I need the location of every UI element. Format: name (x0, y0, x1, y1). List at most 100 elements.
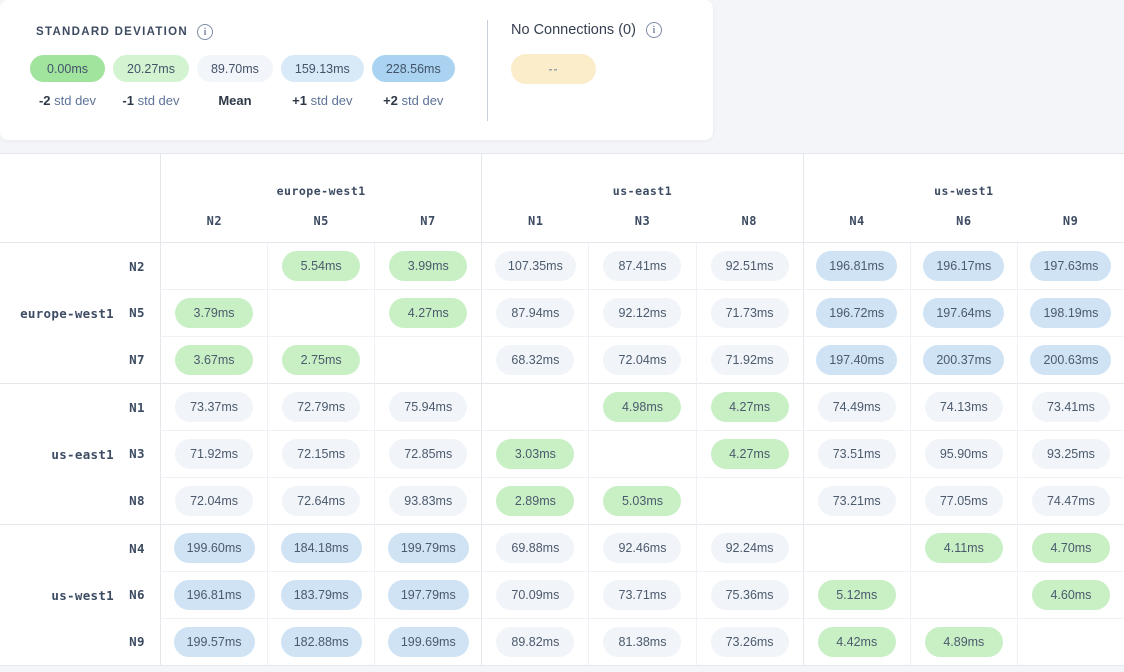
matrix-cell: 95.90ms (910, 430, 1017, 477)
column-node-name: N5 (268, 214, 375, 228)
latency-chip[interactable]: 87.94ms (496, 298, 574, 328)
latency-chip[interactable]: 2.75ms (282, 345, 360, 375)
legend-item-label: -2 std dev (39, 93, 96, 108)
latency-chip[interactable]: 197.79ms (388, 580, 469, 610)
latency-chip[interactable]: 93.25ms (1032, 439, 1110, 469)
latency-chip[interactable]: 71.92ms (711, 345, 789, 375)
latency-chip[interactable]: 183.79ms (281, 580, 362, 610)
latency-chip[interactable]: 5.54ms (282, 251, 360, 281)
latency-chip[interactable]: 196.17ms (923, 251, 1004, 281)
latency-chip[interactable]: 92.24ms (711, 533, 789, 563)
matrix-cell (910, 571, 1017, 618)
column-node-names: N2N5N7 (161, 214, 481, 228)
column-group-header: europe-west1 N2N5N7 (160, 154, 481, 242)
latency-chip[interactable]: 5.03ms (603, 486, 681, 516)
latency-chip[interactable]: 197.64ms (923, 298, 1004, 328)
latency-chip[interactable]: 72.04ms (603, 345, 681, 375)
latency-chip[interactable]: 196.81ms (174, 580, 255, 610)
latency-chip[interactable]: 4.70ms (1032, 533, 1110, 563)
latency-chip[interactable]: 4.89ms (925, 627, 1003, 657)
latency-chip[interactable]: 3.79ms (175, 298, 253, 328)
info-icon[interactable]: i (646, 22, 662, 38)
column-region-name: europe-west1 (277, 184, 366, 198)
latency-chip[interactable]: 73.51ms (818, 439, 896, 469)
matrix-cell: 5.03ms (588, 477, 695, 524)
latency-chip[interactable]: 72.79ms (282, 392, 360, 422)
matrix-cell: 73.71ms (588, 571, 695, 618)
matrix-cell: 75.36ms (696, 571, 803, 618)
latency-chip[interactable]: 198.19ms (1030, 298, 1111, 328)
matrix-cell: 196.81ms (160, 571, 267, 618)
latency-chip[interactable]: 4.27ms (389, 298, 467, 328)
info-icon[interactable]: i (197, 24, 213, 40)
matrix-cell: 200.37ms (910, 336, 1017, 383)
latency-chip[interactable]: 3.99ms (389, 251, 467, 281)
matrix-cell: 4.27ms (696, 383, 803, 430)
matrix-cell: 74.49ms (803, 383, 910, 430)
latency-chip[interactable]: 199.69ms (388, 627, 469, 657)
column-node-name: N7 (375, 214, 482, 228)
latency-chip[interactable]: 182.88ms (281, 627, 362, 657)
latency-chip[interactable]: 196.72ms (816, 298, 897, 328)
latency-chip[interactable]: 92.12ms (603, 298, 681, 328)
matrix-cell: 3.99ms (374, 242, 481, 289)
latency-chip[interactable]: 81.38ms (603, 627, 681, 657)
latency-chip[interactable]: 4.60ms (1032, 580, 1110, 610)
latency-chip[interactable]: 89.82ms (496, 627, 574, 657)
matrix-cell: 69.88ms (481, 524, 588, 571)
latency-chip[interactable]: 87.41ms (603, 251, 681, 281)
latency-chip[interactable]: 197.63ms (1030, 251, 1111, 281)
latency-chip[interactable]: 74.13ms (925, 392, 1003, 422)
latency-chip[interactable]: 73.41ms (1032, 392, 1110, 422)
latency-chip[interactable]: 2.89ms (496, 486, 574, 516)
latency-chip[interactable]: 70.09ms (496, 580, 574, 610)
legend-items: 0.00ms-2 std dev20.27ms-1 std dev89.70ms… (30, 55, 487, 108)
latency-chip[interactable]: 73.71ms (603, 580, 681, 610)
latency-chip[interactable]: 200.63ms (1030, 345, 1111, 375)
latency-chip[interactable]: 95.90ms (925, 439, 1003, 469)
latency-chip[interactable]: 184.18ms (281, 533, 362, 563)
column-region-name: us-west1 (934, 184, 993, 198)
latency-chip[interactable]: 4.27ms (711, 392, 789, 422)
latency-chip[interactable]: 196.81ms (816, 251, 897, 281)
latency-chip[interactable]: 73.26ms (711, 627, 789, 657)
latency-chip[interactable]: 72.15ms (282, 439, 360, 469)
legend-chip: 20.27ms (113, 55, 189, 82)
latency-chip[interactable]: 92.51ms (711, 251, 789, 281)
latency-chip[interactable]: 72.85ms (389, 439, 467, 469)
latency-chip[interactable]: 4.42ms (818, 627, 896, 657)
matrix-cell: 198.19ms (1017, 289, 1124, 336)
latency-chip[interactable]: 3.67ms (175, 345, 253, 375)
latency-chip[interactable]: 73.21ms (818, 486, 896, 516)
matrix-cell: 73.37ms (160, 383, 267, 430)
latency-chip[interactable]: 93.83ms (389, 486, 467, 516)
latency-chip[interactable]: 199.60ms (174, 533, 255, 563)
latency-chip[interactable]: 74.47ms (1032, 486, 1110, 516)
latency-chip[interactable]: 199.79ms (388, 533, 469, 563)
latency-chip[interactable]: 68.32ms (496, 345, 574, 375)
no-connections-legend: No Connections (0) i -- (488, 0, 713, 140)
latency-chip[interactable]: 74.49ms (818, 392, 896, 422)
latency-chip[interactable]: 4.98ms (603, 392, 681, 422)
latency-chip[interactable]: 197.40ms (816, 345, 897, 375)
latency-chip[interactable]: 71.92ms (175, 439, 253, 469)
matrix-cell: 92.51ms (696, 242, 803, 289)
latency-chip[interactable]: 92.46ms (603, 533, 681, 563)
latency-chip[interactable]: 4.27ms (711, 439, 789, 469)
latency-chip[interactable]: 200.37ms (923, 345, 1004, 375)
latency-chip[interactable]: 75.94ms (389, 392, 467, 422)
latency-chip[interactable]: 4.11ms (925, 533, 1003, 563)
latency-chip[interactable]: 3.03ms (496, 439, 574, 469)
latency-chip[interactable]: 75.36ms (711, 580, 789, 610)
latency-chip[interactable]: 73.37ms (175, 392, 253, 422)
latency-chip[interactable]: 5.12ms (818, 580, 896, 610)
latency-chip[interactable]: 77.05ms (925, 486, 1003, 516)
latency-chip[interactable]: 71.73ms (711, 298, 789, 328)
latency-chip[interactable]: 72.04ms (175, 486, 253, 516)
latency-chip[interactable]: 199.57ms (174, 627, 255, 657)
latency-chip[interactable]: 72.64ms (282, 486, 360, 516)
matrix-cell: 75.94ms (374, 383, 481, 430)
latency-chip[interactable]: 107.35ms (495, 251, 576, 281)
latency-chip[interactable]: 69.88ms (496, 533, 574, 563)
matrix-cell: 196.72ms (803, 289, 910, 336)
